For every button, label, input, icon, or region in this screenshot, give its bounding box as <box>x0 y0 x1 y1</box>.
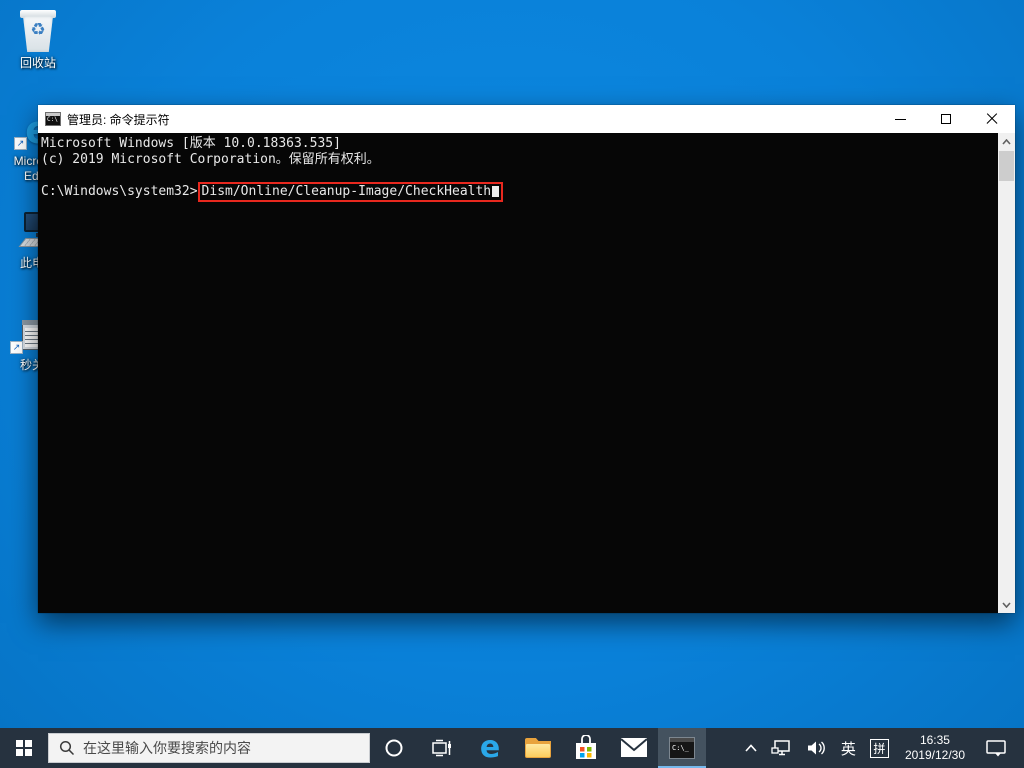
edge-icon: e <box>479 730 501 765</box>
show-hidden-icons-button[interactable] <box>738 728 764 768</box>
task-view-icon <box>432 739 451 757</box>
minimize-button[interactable] <box>877 105 923 133</box>
search-input[interactable] <box>83 740 359 756</box>
cortana-icon <box>385 739 403 757</box>
window-title: 管理员: 命令提示符 <box>67 112 170 127</box>
clock-time: 16:35 <box>919 733 950 747</box>
search-icon <box>59 740 75 756</box>
taskbar-search-box[interactable] <box>48 733 370 763</box>
ime-pinyin-icon: 拼 <box>869 738 889 758</box>
windows-logo-icon <box>16 740 32 756</box>
console-line-copyright: (c) 2019 Microsoft Corporation。保留所有权利。 <box>41 152 380 167</box>
console-output[interactable]: Microsoft Windows [版本 10.0.18363.535] (c… <box>38 133 1015 613</box>
notification-icon <box>986 739 1006 756</box>
window-titlebar[interactable]: 管理员: 命令提示符 <box>38 105 1015 133</box>
network-tray-button[interactable] <box>764 728 800 768</box>
desktop-icon-label: 回收站 <box>19 56 56 70</box>
taskbar-store-button[interactable] <box>562 728 610 768</box>
taskbar-mail-button[interactable] <box>610 728 658 768</box>
cmd-window: 管理员: 命令提示符 Microsoft Windows [版本 10.0.18… <box>38 105 1015 613</box>
scrollbar-thumb[interactable] <box>999 151 1014 181</box>
command-highlight-box: Dism/Online/Cleanup-Image/CheckHealth <box>197 182 504 202</box>
ime-mode-button[interactable]: 拼 <box>863 728 896 768</box>
console-prompt-line: C:\Windows\system32> Dism/Online/Cleanup-… <box>41 182 995 202</box>
taskbar-file-explorer-button[interactable] <box>514 728 562 768</box>
clock[interactable]: 16:35 2019/12/30 <box>896 728 974 768</box>
desktop-background: ♻ 回收站 e ↗ Microsoft Edge 此电脑 ↗ 秒关机 <box>0 0 1024 768</box>
microsoft-store-icon <box>576 735 596 759</box>
minimize-icon <box>894 118 906 120</box>
taskbar-edge-button[interactable]: e <box>466 728 514 768</box>
volume-icon <box>807 741 825 755</box>
console-cursor <box>492 186 500 197</box>
network-icon <box>771 740 790 756</box>
window-controls <box>877 105 1015 133</box>
ime-language-indicator[interactable]: 英 <box>834 728 863 768</box>
system-tray: 英 拼 16:35 2019/12/30 <box>738 728 1024 768</box>
volume-tray-button[interactable] <box>800 728 834 768</box>
maximize-icon <box>941 114 951 124</box>
taskbar-cmd-button[interactable] <box>658 728 706 768</box>
close-icon <box>986 113 998 125</box>
maximize-button[interactable] <box>923 105 969 133</box>
cortana-button[interactable] <box>370 728 418 768</box>
taskbar: e <box>0 728 1024 768</box>
recycle-bin-icon: ♻ <box>20 8 56 52</box>
action-center-button[interactable] <box>974 728 1018 768</box>
desktop-icon-recycle-bin[interactable]: ♻ 回收站 <box>6 6 70 71</box>
file-explorer-icon <box>525 738 551 758</box>
chevron-up-icon <box>745 744 757 752</box>
shortcut-arrow-icon: ↗ <box>10 341 23 354</box>
close-button[interactable] <box>969 105 1015 133</box>
cmd-window-icon <box>45 112 61 126</box>
task-view-button[interactable] <box>418 728 466 768</box>
scroll-up-arrow[interactable] <box>998 133 1015 150</box>
start-button[interactable] <box>0 728 48 768</box>
mail-icon <box>620 738 648 757</box>
console-prompt: C:\Windows\system32> <box>41 184 198 199</box>
console-line-version: Microsoft Windows [版本 10.0.18363.535] <box>41 136 341 151</box>
scroll-down-arrow[interactable] <box>998 596 1015 613</box>
typed-command: Dism/Online/Cleanup-Image/CheckHealth <box>201 184 492 199</box>
console-scrollbar[interactable] <box>998 133 1015 613</box>
clock-date: 2019/12/30 <box>904 748 965 762</box>
cmd-icon <box>669 737 695 759</box>
shortcut-arrow-icon: ↗ <box>14 137 27 150</box>
